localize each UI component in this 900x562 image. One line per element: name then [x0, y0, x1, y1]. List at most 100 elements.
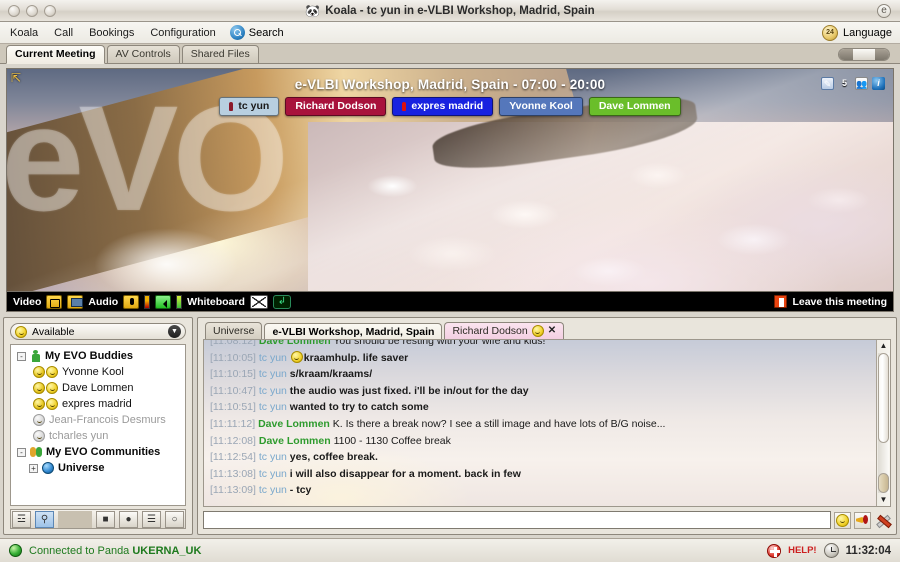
message-author: tc yun [259, 401, 287, 413]
whiteboard-icon[interactable] [250, 295, 268, 309]
buddy-item-expres-madrid[interactable]: expres madrid [11, 396, 185, 412]
chat-log-inner: [11:08:12] Dave Lommen You should be res… [204, 340, 890, 499]
buddy-item-jean-francois-desmurs[interactable]: Jean-Francois Desmurs [11, 412, 185, 428]
av-toolbar: Video Audio Whiteboard ↲ Leave this meet… [6, 292, 894, 312]
tab-current-meeting[interactable]: Current Meeting [6, 45, 105, 64]
camera-icon[interactable] [46, 295, 62, 309]
chat-tab-richard-dodson[interactable]: Richard Dodson ✕ [444, 322, 564, 339]
chat-tab-evlbi-workshop[interactable]: e-VLBI Workshop, Madrid, Spain [264, 323, 442, 340]
message-text: the audio was just fixed. i'll be in/out… [290, 385, 529, 397]
app-badge-icon[interactable]: e [877, 4, 891, 18]
expander-icon[interactable]: + [29, 464, 38, 473]
scroll-up-icon[interactable]: ▲ [878, 340, 890, 352]
buddy-tree[interactable]: - My EVO Buddies Yvonne Kool Dave Lommen [10, 344, 186, 506]
scroll-track[interactable] [878, 353, 889, 493]
participant-button[interactable]: Yvonne Kool [499, 97, 583, 116]
chat-tab-universe[interactable]: Universe [205, 322, 262, 339]
leave-meeting-button[interactable]: Leave this meeting [774, 295, 887, 308]
message-timestamp: [11:13:08] [210, 468, 256, 480]
monitor-icon[interactable] [67, 295, 83, 309]
participant-button[interactable]: Dave Lommen [589, 97, 681, 116]
close-icon[interactable]: ✕ [548, 325, 556, 337]
tree-group-my-evo-communities[interactable]: - My EVO Communities [11, 444, 185, 460]
participant-button[interactable]: Richard Dodson [285, 97, 386, 116]
menu-bar: Koala Call Bookings Configuration Search… [0, 22, 900, 44]
menu-item-call[interactable]: Call [46, 27, 81, 39]
buddy-item-dave-lommen[interactable]: Dave Lommen [11, 380, 185, 396]
menu-item-configuration[interactable]: Configuration [142, 27, 223, 39]
connection-prefix: Connected to Panda [29, 545, 132, 557]
smiley-icon [532, 325, 544, 337]
return-arrow-icon[interactable]: ↲ [273, 295, 291, 309]
menu-item-bookings[interactable]: Bookings [81, 27, 142, 39]
menu-item-language[interactable]: 24 Language [822, 25, 892, 41]
microphone-icon [229, 102, 233, 111]
audio-label: Audio [88, 296, 118, 308]
add-contact-button[interactable]: ■ [96, 511, 115, 528]
window-title: Koala - tc yun in e-VLBI Workshop, Madri… [325, 5, 594, 17]
window-right-controls[interactable]: e [877, 4, 891, 18]
menu-item-search[interactable]: Search [230, 25, 284, 40]
buddy-list-button[interactable]: ☲ [12, 511, 31, 528]
balloon-button[interactable]: ○ [165, 511, 184, 528]
menu-item-koala[interactable]: Koala [0, 27, 46, 39]
scroll-thumb-lower[interactable] [878, 473, 889, 493]
message-timestamp: [11:12:54] [210, 451, 256, 463]
chat-input[interactable] [203, 511, 831, 529]
buddy-label: tcharles yun [49, 430, 108, 442]
chevron-down-icon[interactable]: ▼ [168, 325, 181, 338]
smiley-away-icon [33, 398, 45, 410]
message-text: K. Is there a break now? I see a still i… [333, 418, 666, 430]
scroll-down-icon[interactable]: ▼ [878, 494, 890, 506]
message-timestamp: [11:10:15] [210, 368, 256, 380]
chat-message: [11:11:12] Dave Lommen K. Is there a bre… [210, 416, 886, 433]
message-author: tc yun [259, 352, 287, 364]
meeting-header-icons: ✎ 5 👥 i [821, 77, 885, 90]
note-icon[interactable]: ✎ [821, 77, 834, 90]
tree-group-my-evo-buddies[interactable]: - My EVO Buddies [11, 348, 185, 364]
clock-time: 11:32:04 [846, 545, 891, 557]
scroll-thumb[interactable] [878, 353, 889, 443]
alert-button[interactable] [854, 512, 871, 529]
microphone-icon [402, 102, 406, 111]
chat-log[interactable]: [11:08:12] Dave Lommen You should be res… [203, 339, 891, 507]
edit-contact-button[interactable]: ● [119, 511, 138, 528]
chat-scrollbar[interactable]: ▲ ▼ [876, 340, 890, 506]
availability-dropdown[interactable]: Available ▼ [10, 323, 186, 340]
tab-shared-files[interactable]: Shared Files [182, 45, 259, 63]
speaker-icon[interactable] [155, 295, 171, 309]
availability-value: Available [32, 326, 74, 338]
buddy-item-yvonne-kool[interactable]: Yvonne Kool [11, 364, 185, 380]
tab-av-controls[interactable]: AV Controls [107, 45, 180, 63]
find-buddy-button[interactable]: ⚲ [35, 511, 54, 528]
smiley-icon [291, 351, 303, 363]
help-label[interactable]: HELP! [788, 545, 817, 556]
message-author: tc yun [259, 484, 287, 496]
clear-chat-button[interactable] [874, 512, 891, 529]
emoticon-button[interactable] [834, 512, 851, 529]
participant-button[interactable]: tc yun [219, 97, 279, 116]
status-smiley-icon [15, 326, 27, 338]
profile-button[interactable]: ☰ [142, 511, 161, 528]
slider-left-handle[interactable] [839, 49, 853, 60]
people-icon[interactable]: 👥 [855, 77, 868, 90]
buddy-panel: Available ▼ - My EVO Buddies Yvonne Kool [3, 317, 193, 535]
slider-right-handle[interactable] [875, 49, 889, 60]
participant-name: Yvonne Kool [509, 100, 573, 113]
smiley-away-icon [33, 366, 45, 378]
community-item-universe[interactable]: + Universe [11, 460, 185, 476]
chat-message: [11:13:09] tc yun - tcy [210, 482, 886, 499]
lower-split-pane: Available ▼ - My EVO Buddies Yvonne Kool [3, 317, 897, 535]
participant-button[interactable]: expres madrid [392, 97, 493, 116]
layout-slider[interactable] [838, 48, 890, 61]
message-text: 1100 - 1130 Coffee break [334, 435, 451, 447]
info-icon[interactable]: i [872, 77, 885, 90]
expander-icon[interactable]: - [17, 448, 26, 457]
buddy-item-tcharles-yun[interactable]: tcharles yun [11, 428, 185, 444]
help-icon[interactable] [767, 544, 781, 558]
clear-icon [876, 514, 889, 527]
video-panel[interactable]: eVO ⇱ e-VLBI Workshop, Madrid, Spain - 0… [6, 68, 894, 292]
microphone-icon[interactable] [123, 295, 139, 309]
expander-icon[interactable]: - [17, 352, 26, 361]
message-author: tc yun [259, 451, 287, 463]
